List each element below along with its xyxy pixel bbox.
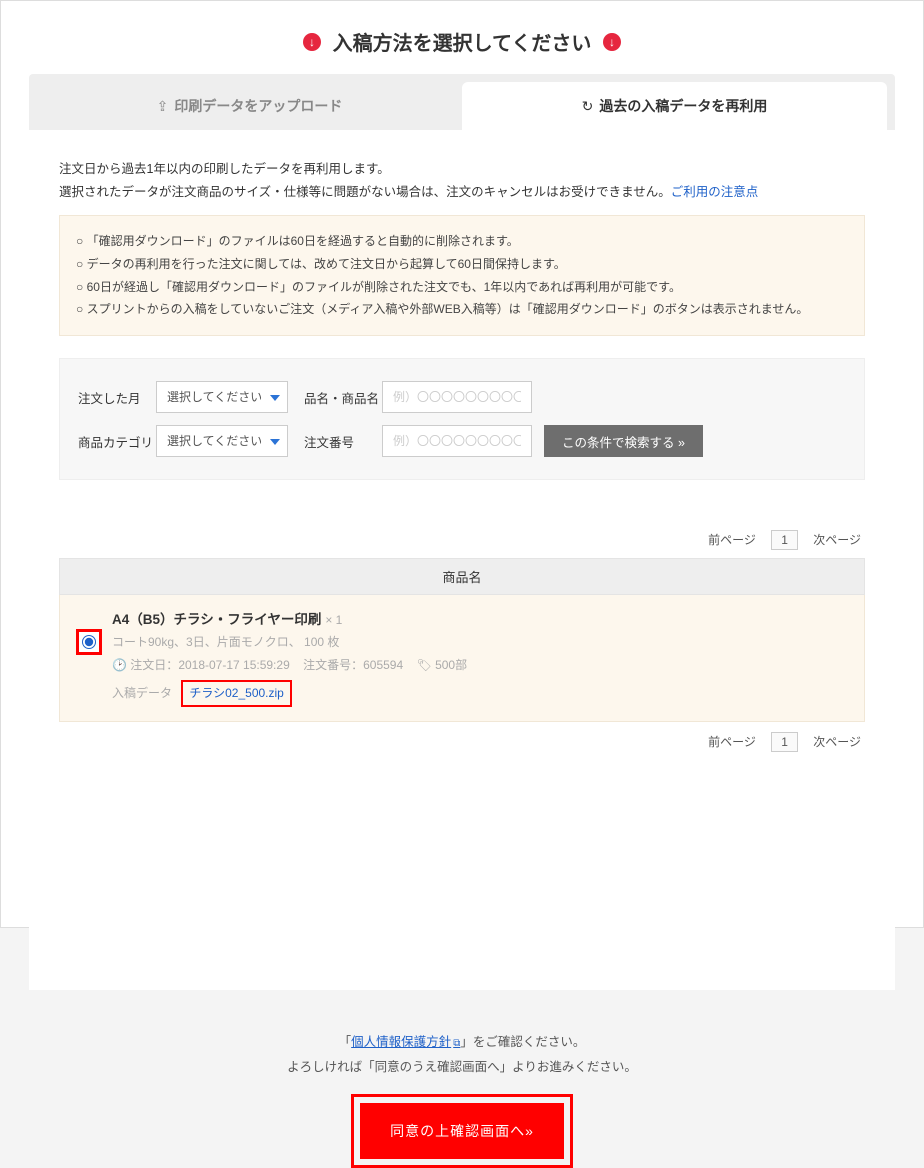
product-row: A4（B5）チラシ・フライヤー印刷× 1 コート90kg、3日、片面モノクロ、 … — [59, 595, 865, 722]
next-page[interactable]: 次ページ — [813, 735, 861, 749]
table-header: 商品名 — [59, 558, 865, 595]
note-item: スプリントからの入稿をしていないご注文（メディア入稿や外部WEB入稿等）は「確認… — [76, 298, 848, 321]
file-link-highlight: チラシ02_500.zip — [181, 680, 291, 707]
intro-line1: 注文日から過去1年以内の印刷したデータを再利用します。 — [59, 158, 865, 181]
page-number: 1 — [771, 732, 798, 752]
intro-line2: 選択されたデータが注文商品のサイズ・仕様等に問題がない場合は、注文のキャンセルは… — [59, 181, 865, 204]
calendar-icon: 🕑 — [112, 658, 127, 672]
product-meta: 🕑 注文日：2018-07-17 15:59:29 注文番号：605594 🏷 … — [112, 655, 848, 675]
prev-page[interactable]: 前ページ — [708, 533, 756, 547]
submission-tabs: ⇪ 印刷データをアップロード ↻ 過去の入稿データを再利用 — [37, 82, 887, 130]
tag-icon: 🏷 — [417, 658, 432, 672]
upload-icon: ⇪ — [157, 98, 169, 114]
usage-notes-link[interactable]: ご利用の注意点 — [671, 185, 759, 199]
product-name-label: 品名・商品名 — [304, 388, 382, 407]
product-name-input[interactable] — [382, 381, 532, 413]
footer-line2: よろしければ「同意のうえ確認画面へ」よりお進みください。 — [29, 1055, 895, 1080]
tab-upload-label: 印刷データをアップロード — [174, 98, 342, 114]
privacy-line: 「個人情報保護方針⧉」をご確認ください。 — [29, 1030, 895, 1055]
page-heading: ↓ 入稿方法を選択してください ↓ — [29, 27, 895, 56]
external-icon: ⧉ — [453, 1038, 460, 1049]
arrow-down-icon: ↓ — [603, 33, 621, 51]
category-label: 商品カテゴリ — [78, 432, 156, 451]
notes-box: 「確認用ダウンロード」のファイルは60日を経過すると自動的に削除されます。 デー… — [59, 215, 865, 336]
product-name: A4（B5）チラシ・フライヤー印刷× 1 — [112, 609, 848, 632]
search-button[interactable]: この条件で検索する » — [544, 425, 703, 457]
privacy-link[interactable]: 個人情報保護方針⧉ — [351, 1035, 460, 1049]
note-item: 「確認用ダウンロード」のファイルは60日を経過すると自動的に削除されます。 — [76, 230, 848, 253]
select-radio[interactable] — [82, 635, 96, 649]
file-link[interactable]: チラシ02_500.zip — [189, 686, 283, 700]
pager-top: 前ページ 1 次ページ — [59, 530, 865, 550]
search-form: 注文した月 選択してください 品名・商品名 商品カテゴリ 選択してください 注文… — [59, 358, 865, 480]
tab-reuse[interactable]: ↻ 過去の入稿データを再利用 — [462, 82, 887, 130]
orderno-label: 注文番号 — [304, 432, 382, 451]
intro-text: 注文日から過去1年以内の印刷したデータを再利用します。 選択されたデータが注文商… — [59, 158, 865, 203]
prev-page[interactable]: 前ページ — [708, 735, 756, 749]
pager-bottom: 前ページ 1 次ページ — [59, 732, 865, 752]
month-label: 注文した月 — [78, 388, 156, 407]
month-select[interactable]: 選択してください — [156, 381, 288, 413]
confirm-button[interactable]: 同意の上確認画面へ» — [360, 1103, 564, 1159]
orderno-input[interactable] — [382, 425, 532, 457]
page-number: 1 — [771, 530, 798, 550]
product-spec: コート90kg、3日、片面モノクロ、 100 枚 — [112, 632, 848, 652]
note-item: 60日が経過し「確認用ダウンロード」のファイルが削除された注文でも、1年以内であ… — [76, 276, 848, 299]
select-radio-highlight — [76, 629, 102, 655]
note-item: データの再利用を行った注文に関しては、改めて注文日から起算して60日間保持します… — [76, 253, 848, 276]
tab-upload[interactable]: ⇪ 印刷データをアップロード — [37, 82, 462, 130]
file-row: 入稿データ チラシ02_500.zip — [112, 680, 848, 707]
page-title: 入稿方法を選択してください — [333, 27, 592, 56]
file-label: 入稿データ — [112, 686, 172, 700]
arrow-down-icon: ↓ — [303, 33, 321, 51]
refresh-icon: ↻ — [582, 98, 594, 114]
tab-reuse-label: 過去の入稿データを再利用 — [599, 98, 767, 114]
footer: 「個人情報保護方針⧉」をご確認ください。 よろしければ「同意のうえ確認画面へ」よ… — [29, 1030, 895, 1168]
category-select[interactable]: 選択してください — [156, 425, 288, 457]
confirm-button-highlight: 同意の上確認画面へ» — [351, 1094, 573, 1168]
next-page[interactable]: 次ページ — [813, 533, 861, 547]
